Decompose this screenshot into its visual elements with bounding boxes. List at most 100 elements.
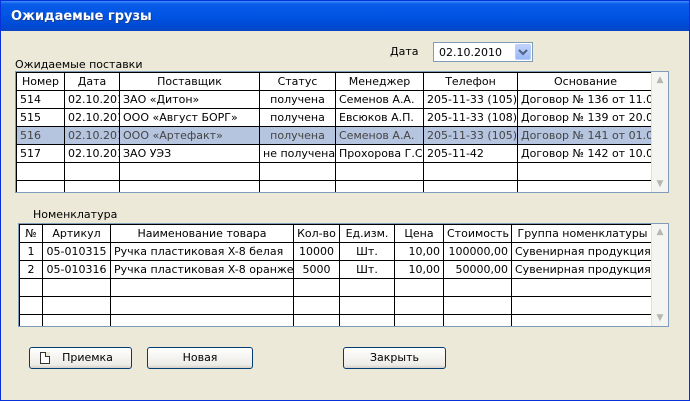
table-cell <box>517 180 654 192</box>
title-bar[interactable]: Ожидаемые грузы <box>1 1 689 31</box>
scroll-down-icon[interactable]: ▼ <box>652 176 668 192</box>
table-cell <box>259 180 336 192</box>
table-cell: 515 <box>16 108 65 127</box>
table-cell <box>64 162 120 181</box>
table-cell: ЗАО УЭЗ <box>119 144 260 163</box>
table-row[interactable]: 51502.10.2010ООО «Август БОРГ»полученаЕв… <box>16 108 654 127</box>
table-cell <box>394 296 444 315</box>
scroll-up-icon[interactable]: ▲ <box>652 72 668 88</box>
table-cell: Прохорова Г.С. <box>335 144 424 163</box>
table-cell <box>339 278 395 297</box>
table-cell: Семенов А.А. <box>335 126 424 145</box>
column-header[interactable]: Группа номенклатуры <box>511 224 654 243</box>
column-header[interactable]: Цена <box>394 224 444 243</box>
table-cell <box>64 180 120 192</box>
chevron-down-icon <box>518 49 528 56</box>
deliveries-grid[interactable]: Номер Дата Поставщик Статус Менеджер Телефон О… <box>15 71 669 193</box>
table-cell <box>423 180 518 192</box>
table-cell <box>443 278 512 297</box>
table-cell: Сувенирная продукция <box>511 242 654 261</box>
column-header[interactable]: Дата <box>64 72 120 91</box>
table-cell <box>42 296 111 315</box>
table-cell <box>339 314 395 326</box>
items-grid[interactable]: № Артикул Наименование товара Кол-во Ед.изм.… <box>18 223 669 327</box>
close-button[interactable]: Закрыть <box>343 347 446 369</box>
table-cell <box>119 180 260 192</box>
date-picker[interactable]: 02.10.2010 <box>433 42 533 62</box>
table-cell: 02.10.2010 <box>64 144 120 163</box>
table-cell: 02.10.2010 <box>64 126 120 145</box>
table-cell <box>110 314 294 326</box>
table-cell: не получена <box>259 144 336 163</box>
column-header[interactable]: Статус <box>259 72 336 91</box>
column-header[interactable]: Артикул <box>42 224 111 243</box>
table-cell: Семенов А.А. <box>335 90 424 109</box>
table-row[interactable] <box>19 278 654 297</box>
new-button[interactable]: Новая <box>147 347 253 369</box>
table-cell: 02.10.2010 <box>64 90 120 109</box>
table-cell: Ручка пластиковая X-8 белая <box>110 242 294 261</box>
table-cell: ЗАО «Дитон» <box>119 90 260 109</box>
close-button-label: Закрыть <box>370 351 419 364</box>
table-cell: получена <box>259 126 336 145</box>
table-cell <box>443 314 512 326</box>
table-row[interactable] <box>16 180 654 192</box>
table-cell <box>293 314 340 326</box>
table-cell <box>511 278 654 297</box>
column-header[interactable]: № <box>19 224 43 243</box>
table-cell <box>16 162 65 181</box>
column-header[interactable]: Ед.изм. <box>339 224 395 243</box>
table-cell: 205-11-33 (105) <box>423 126 518 145</box>
table-row[interactable]: 2 05-010316 Ручка пластиковая X-8 оранжева… <box>19 260 654 279</box>
table-cell: ООО «Артефакт» <box>119 126 260 145</box>
table-cell: 517 <box>16 144 65 163</box>
table-row[interactable]: 51702.10.2010ЗАО УЭЗне полученаПрохорова… <box>16 144 654 163</box>
scroll-up-icon[interactable]: ▲ <box>652 224 668 240</box>
table-cell: Ручка пластиковая X-8 оранжевая <box>110 260 294 279</box>
table-cell: Договор № 141 от 01.09.10 <box>517 126 654 145</box>
receive-button[interactable]: Приемка <box>29 347 132 369</box>
table-cell <box>443 296 512 315</box>
table-cell <box>293 278 340 297</box>
table-cell <box>511 296 654 315</box>
table-row[interactable] <box>19 314 654 326</box>
table-cell <box>335 180 424 192</box>
table-cell <box>19 278 43 297</box>
column-header[interactable]: Номер <box>16 72 65 91</box>
table-cell: 100000,00 <box>443 242 512 261</box>
table-cell <box>335 162 424 181</box>
table-cell: 10,00 <box>394 242 444 261</box>
date-dropdown-button[interactable] <box>515 44 531 60</box>
items-scrollbar[interactable]: ▲ ▼ <box>651 224 668 326</box>
column-header[interactable]: Телефон <box>423 72 518 91</box>
column-header[interactable]: Менеджер <box>335 72 424 91</box>
scroll-down-icon[interactable]: ▼ <box>652 310 668 326</box>
table-cell: Договор № 142 от 10.09.10 <box>517 144 654 163</box>
table-cell <box>110 296 294 315</box>
column-header[interactable]: Поставщик <box>119 72 260 91</box>
table-cell: получена <box>259 108 336 127</box>
table-cell: 05-010315 <box>42 242 111 261</box>
table-cell <box>259 162 336 181</box>
new-button-label: Новая <box>182 351 218 364</box>
column-header[interactable]: Кол-во <box>293 224 340 243</box>
table-cell: 205-11-33 (108) <box>423 108 518 127</box>
table-cell: 2 <box>19 260 43 279</box>
table-row[interactable] <box>16 162 654 181</box>
window-title: Ожидаемые грузы <box>11 9 152 24</box>
table-row[interactable]: 51602.10.2010ООО «Артефакт»полученаСемен… <box>16 126 654 145</box>
column-header[interactable]: Основание <box>517 72 654 91</box>
column-header[interactable]: Наименование товара <box>110 224 294 243</box>
table-row[interactable]: 1 05-010315 Ручка пластиковая X-8 белая 100… <box>19 242 654 261</box>
deliveries-scrollbar[interactable]: ▲ ▼ <box>651 72 668 192</box>
deliveries-label: Ожидаемые поставки <box>15 58 143 71</box>
table-cell: 50000,00 <box>443 260 512 279</box>
table-cell <box>339 296 395 315</box>
table-cell <box>119 162 260 181</box>
table-cell: ООО «Август БОРГ» <box>119 108 260 127</box>
table-cell: Договор № 139 от 20.08.10 <box>517 108 654 127</box>
column-header[interactable]: Стоимость <box>443 224 512 243</box>
table-row[interactable] <box>19 296 654 315</box>
table-row[interactable]: 51402.10.2010ЗАО «Дитон»полученаСеменов … <box>16 90 654 109</box>
table-cell: 205-11-42 <box>423 144 518 163</box>
